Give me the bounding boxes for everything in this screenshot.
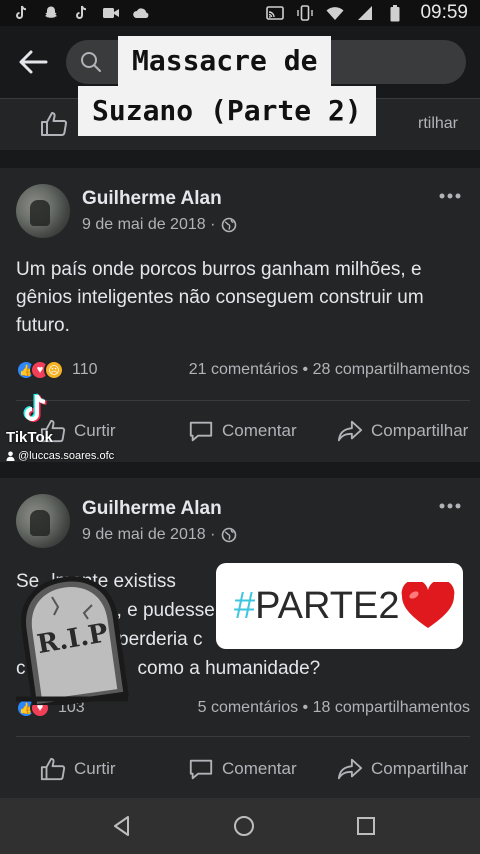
comment-label: Comentar [222, 759, 297, 778]
divider [16, 736, 470, 737]
comment-icon [189, 759, 213, 780]
status-right-icons: 09:59 [266, 2, 468, 24]
comment-button[interactable]: Comentar [188, 418, 297, 444]
red-heart-icon [402, 582, 455, 628]
comments-shares-count[interactable]: 21 comentários • 28 compartilhamentos [189, 361, 470, 379]
tiktok-icon [12, 5, 30, 21]
like-button[interactable]: Curtir [40, 756, 116, 782]
author-name[interactable]: Guilherme Alan [82, 188, 237, 210]
status-time: 09:59 [420, 2, 468, 23]
post-header: Guilherme Alan 9 de mai de 2018 · [16, 494, 237, 548]
globe-icon [222, 217, 237, 233]
reactions[interactable]: 👍 ♥ ☹ 110 [16, 360, 98, 380]
vibrate-icon [296, 5, 314, 21]
share-label[interactable]: rtilhar [418, 115, 458, 133]
post-author-block: Guilherme Alan 9 de mai de 2018 · [82, 498, 237, 544]
back-button[interactable] [14, 43, 52, 81]
battery-icon [386, 4, 404, 21]
like-label: Curtir [74, 759, 116, 778]
sad-reaction-icon: ☹ [44, 360, 64, 380]
snapchat-icon [42, 5, 60, 21]
comment-icon [189, 421, 213, 442]
share-label: Compartilhar [371, 759, 469, 778]
reaction-count: 110 [72, 361, 98, 378]
post-meta: 9 de mai de 2018 · [82, 216, 237, 234]
comments-shares-count[interactable]: 5 comentários • 18 compartilhamentos [198, 699, 470, 717]
share-button[interactable]: Compartilhar [337, 418, 468, 444]
parte2-sticker: #PARTE2 [216, 563, 463, 649]
avatar[interactable] [16, 494, 70, 548]
cast-icon [266, 5, 285, 21]
share-button[interactable]: Compartilhar [337, 756, 468, 782]
share-label: Compartilhar [371, 421, 469, 440]
tiktok-username-text: @luccas.soares.ofc [18, 450, 115, 462]
post-author-block: Guilherme Alan 9 de mai de 2018 · [82, 188, 237, 234]
text-fragment: como a humanidade? [137, 658, 321, 679]
status-left-icons [12, 5, 150, 21]
sticker-hash: # [234, 584, 256, 627]
more-options-icon[interactable] [438, 502, 462, 510]
feed-gap [0, 462, 480, 478]
share-icon [337, 758, 363, 780]
android-navigation-bar [0, 798, 480, 854]
video-icon [102, 5, 120, 21]
nav-home-icon[interactable] [232, 814, 256, 838]
back-arrow-icon [19, 50, 48, 74]
tiktok-username: @luccas.soares.ofc [6, 450, 114, 462]
author-name[interactable]: Guilherme Alan [82, 498, 237, 520]
title-line-2: Suzano (Parte 2) [78, 86, 376, 136]
share-icon [337, 420, 363, 442]
comment-label: Comentar [222, 421, 297, 440]
tiktok-icon [72, 5, 90, 21]
rip-tombstone-icon: R.I.P [16, 576, 129, 705]
nav-recents-icon[interactable] [354, 814, 378, 838]
status-bar: 09:59 [0, 0, 480, 26]
post-date[interactable]: 9 de mai de 2018 · [82, 216, 215, 234]
post-stats[interactable]: 👍 ♥ ☹ 110 21 comentários • 28 compartilh… [16, 360, 470, 380]
post-meta: 9 de mai de 2018 · [82, 526, 237, 544]
tiktok-watermark: TikTok @luccas.soares.ofc [6, 392, 114, 462]
tiktok-logo-icon [23, 393, 47, 422]
wifi-icon [326, 5, 344, 21]
like-icon[interactable] [40, 111, 68, 137]
comment-button[interactable]: Comentar [188, 756, 297, 782]
post-actions: Curtir Comentar Compartilhar [0, 746, 480, 792]
sticker-label: PARTE2 [255, 584, 400, 627]
signal-icon [356, 5, 374, 21]
user-icon [6, 451, 15, 461]
more-options-icon[interactable] [438, 192, 462, 200]
video-title-overlay: Massacre de Suzano (Parte 2) [78, 36, 376, 136]
nav-back-icon[interactable] [110, 814, 134, 838]
cloud-icon [132, 5, 150, 21]
globe-icon [222, 527, 237, 543]
post-header: Guilherme Alan 9 de mai de 2018 · [16, 184, 237, 238]
avatar[interactable] [16, 184, 70, 238]
post-text: Um país onde porcos burros ganham milhõe… [16, 259, 424, 336]
feed-gap [0, 150, 480, 168]
tiktok-brand: TikTok [6, 429, 53, 446]
like-icon [40, 757, 66, 781]
title-line-1: Massacre de [118, 36, 332, 86]
sticker-text: #PARTE2 [234, 585, 399, 628]
post-date[interactable]: 9 de mai de 2018 · [82, 526, 215, 544]
